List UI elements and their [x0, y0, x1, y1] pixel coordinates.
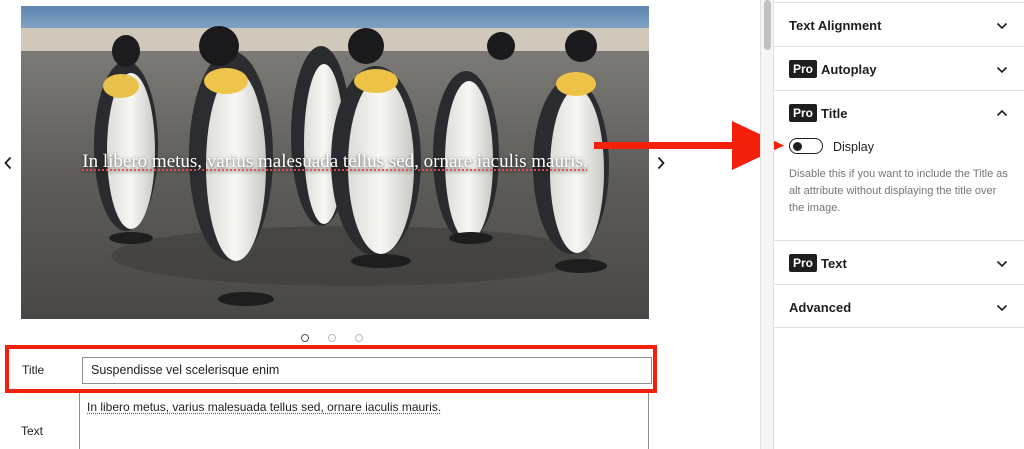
chevron-up-icon[interactable]: [996, 109, 1008, 117]
slide-caption: In libero metus, varius malesuada tellus…: [82, 151, 588, 172]
panel-text-alignment[interactable]: Text Alignment: [774, 2, 1024, 46]
panel-advanced[interactable]: Advanced: [774, 284, 1024, 328]
slider-dot-1[interactable]: [301, 334, 309, 342]
panel-header-advanced: Advanced: [789, 300, 851, 315]
title-field-highlight: Title Suspendisse vel scelerisque enim: [5, 345, 657, 393]
text-field-label: Text: [21, 424, 44, 438]
slider-dot-2[interactable]: [328, 334, 336, 342]
chevron-down-icon: [996, 66, 1008, 74]
title-input[interactable]: Suspendisse vel scelerisque enim: [82, 357, 652, 384]
panel-title: Pro Title: [774, 90, 1024, 240]
display-title-toggle[interactable]: [789, 138, 823, 154]
panel-title-label: Title: [821, 105, 848, 121]
slider-prev-button[interactable]: [1, 153, 15, 173]
panel-header-autoplay: Pro Autoplay: [789, 60, 877, 78]
text-textarea[interactable]: In libero metus, varius malesuada tellus…: [79, 393, 649, 449]
panel-header-text-alignment: Text Alignment: [789, 18, 881, 33]
title-field-label: Title: [22, 363, 45, 377]
panel-text[interactable]: Pro Text: [774, 240, 1024, 284]
panel-title: Text: [821, 255, 847, 271]
text-textarea-value: In libero metus, varius malesuada tellus…: [87, 400, 442, 414]
slider-pagination: [301, 334, 363, 342]
chevron-down-icon: [996, 260, 1008, 268]
title-help-text: Disable this if you want to include the …: [789, 168, 1008, 214]
pro-badge: Pro: [789, 104, 818, 122]
panel-title: Advanced: [789, 300, 852, 315]
annotation-arrow-icon: [594, 121, 784, 170]
chevron-down-icon: [996, 22, 1008, 30]
toggle-knob: [793, 141, 802, 151]
panel-title: Autoplay: [821, 61, 877, 77]
image-slider: In libero metus, varius malesuada tellus…: [21, 6, 649, 319]
display-toggle-label: Display: [833, 140, 874, 154]
panel-title: Text Alignment: [789, 18, 882, 33]
scrollbar-thumb[interactable]: [764, 0, 771, 50]
pro-badge: Pro: [789, 60, 818, 78]
panel-autoplay[interactable]: Pro Autoplay: [774, 46, 1024, 90]
chevron-left-icon: [4, 156, 12, 170]
scrollbar[interactable]: [761, 0, 774, 449]
pro-badge: Pro: [789, 254, 818, 272]
chevron-down-icon: [996, 304, 1008, 312]
slider-dot-3[interactable]: [355, 334, 363, 342]
panel-header-text: Pro Text: [789, 254, 847, 272]
panel-header-title[interactable]: Pro Title: [789, 104, 848, 122]
